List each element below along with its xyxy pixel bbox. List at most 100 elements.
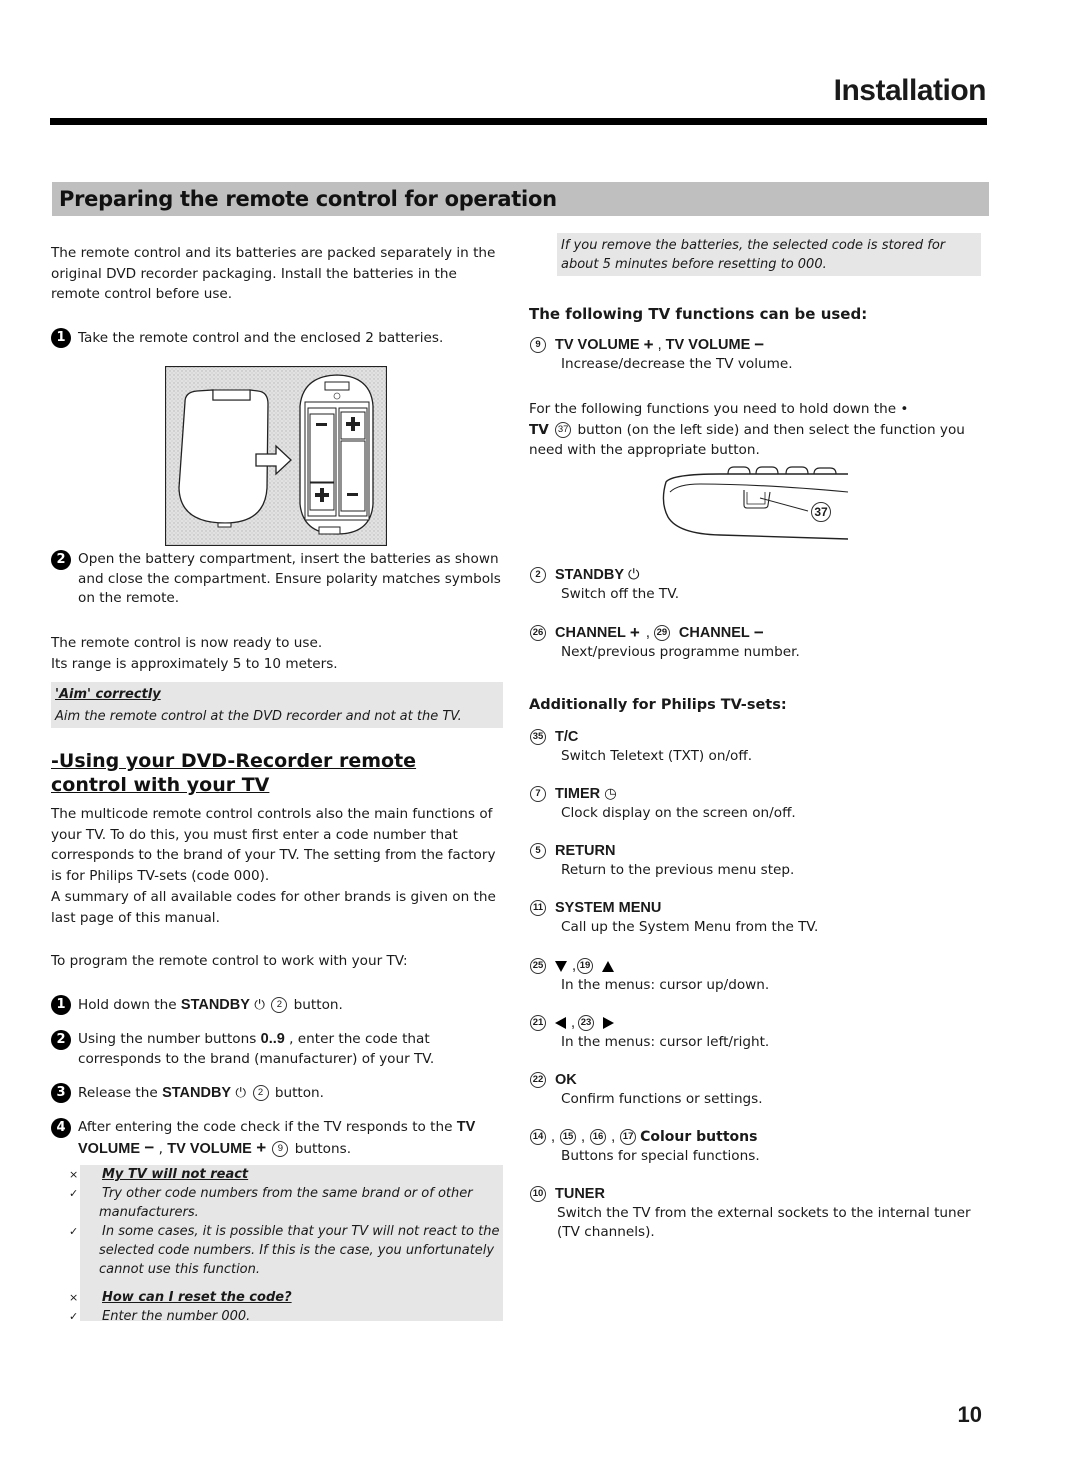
page-number: 10 xyxy=(957,1402,982,1427)
step-number-badge: 1 xyxy=(51,995,71,1015)
separator: , xyxy=(572,958,577,974)
check-icon: ✓ xyxy=(69,1310,79,1323)
button-number-circle: 2 xyxy=(271,997,288,1013)
button-number-circle: 26 xyxy=(530,625,546,641)
minus-icon: − xyxy=(753,623,764,642)
faq-item-reset-code: × How can I reset the code? ✓ Enter the nu… xyxy=(69,1288,504,1326)
function-label: STANDBY xyxy=(555,567,625,583)
function-standby: 2 STANDBY ⏻ Switch off the TV. xyxy=(529,565,984,604)
function-description: Return to the previous menu step. xyxy=(561,862,795,878)
button-number-circle: 9 xyxy=(272,1140,289,1157)
separator: , xyxy=(571,1015,576,1031)
plus-icon: + xyxy=(629,623,640,642)
function-system-menu: 11 SYSTEM MENU Call up the System Menu f… xyxy=(529,898,984,937)
separator: , xyxy=(551,1129,556,1145)
function-cursor-up-down: 25 , 19 In the menus: cursor up/down. xyxy=(529,956,984,995)
note-title: 'Aim' correctly xyxy=(55,687,161,702)
function-channel: 26 CHANNEL + , 29 CHANNEL − Next/previou… xyxy=(529,623,984,662)
step-text-end: button. xyxy=(270,1085,324,1101)
function-description: In the menus: cursor left/right. xyxy=(561,1034,770,1050)
function-description: Increase/decrease the TV volume. xyxy=(561,356,793,372)
function-ok: 22 OK Confirm functions or settings. xyxy=(529,1070,984,1109)
step-text: Using the number buttons xyxy=(78,1031,261,1047)
plus-icon: + xyxy=(256,1137,267,1157)
function-tuner: 10 TUNER Switch the TV from the external… xyxy=(529,1184,984,1242)
button-number-circle: 2 xyxy=(252,1085,269,1101)
faq-question: How can I reset the code? xyxy=(102,1290,292,1305)
function-label: TUNER xyxy=(555,1186,605,1202)
button-number-circle: 37 xyxy=(555,421,572,438)
standby-key-label: STANDBY xyxy=(162,1085,232,1101)
button-number-circle: 15 xyxy=(560,1129,577,1145)
power-icon: ⏻ xyxy=(628,567,640,583)
button-number-circle: 2 xyxy=(530,567,546,583)
function-label: SYSTEM MENU xyxy=(555,900,662,916)
step-text: Take the remote control and the enclosed… xyxy=(78,330,444,346)
step-text: Open the battery compartment, insert the… xyxy=(78,551,501,606)
function-teletext: 35 T/C Switch Teletext (TXT) on/off. xyxy=(529,727,984,766)
program-step-2: 2 Using the number buttons 0..9 , enter … xyxy=(51,1030,503,1069)
summary-paragraph: A summary of all available codes for oth… xyxy=(51,889,496,926)
arrow-down-icon xyxy=(555,960,567,972)
step-text-end: buttons. xyxy=(290,1140,352,1157)
range-line: Its range is approximately 5 to 10 meter… xyxy=(51,656,338,672)
button-number-circle: 23 xyxy=(578,1015,595,1031)
button-number-circle: 17 xyxy=(620,1129,637,1145)
step-number-badge: 4 xyxy=(51,1118,71,1138)
battery-step-2: 2 Open the battery compartment, insert t… xyxy=(51,550,503,609)
button-number-circle: 21 xyxy=(530,1015,546,1031)
philips-heading: Additionally for Philips TV-sets: xyxy=(529,697,787,713)
arrow-left-icon xyxy=(555,1017,566,1029)
faq-question: My TV will not react xyxy=(102,1167,249,1182)
button-number-circle: 9 xyxy=(530,337,546,353)
minus-icon: − xyxy=(754,335,765,354)
hold-tv-paragraph: For the following functions you need to … xyxy=(529,399,984,461)
function-label: T/C xyxy=(555,729,579,745)
aim-correctly-note: 'Aim' correctly Aim the remote control a… xyxy=(51,682,503,728)
arrow-right-icon xyxy=(603,1017,615,1029)
standby-key-label: STANDBY xyxy=(180,997,250,1013)
clock-icon: ◷ xyxy=(604,786,617,802)
button-number-circle: 10 xyxy=(530,1186,546,1202)
function-colour-buttons: 14, 15, 16, 17 Colour buttons Buttons fo… xyxy=(529,1127,984,1166)
faq-item-tv-not-react: × My TV will not react ✓ Try other code nu… xyxy=(69,1165,504,1279)
function-return: 5 RETURN Return to the previous menu ste… xyxy=(529,841,984,880)
program-step-1: 1 Hold down the STANDBY ⏻ 2 button. xyxy=(51,995,503,1016)
note-text: If you remove the batteries, the selecte… xyxy=(561,238,946,272)
function-description: In the menus: cursor up/down. xyxy=(561,977,770,993)
program-step-4: 4 After entering the code check if the T… xyxy=(51,1118,503,1159)
function-label: CHANNEL xyxy=(555,625,626,641)
plus-icon: + xyxy=(643,335,654,354)
program-step-3: 3 Release the STANDBY ⏻ 2 button. xyxy=(51,1083,503,1104)
step-text: Release the xyxy=(78,1085,163,1101)
step-number-badge: 3 xyxy=(51,1083,71,1103)
function-label: TIMER xyxy=(555,786,601,802)
battery-code-note: If you remove the batteries, the selecte… xyxy=(557,233,981,276)
function-label: TV VOLUME xyxy=(665,337,751,353)
number-keys-label: 0..9 xyxy=(260,1031,285,1047)
step-number-badge: 2 xyxy=(51,1030,71,1050)
cross-icon: × xyxy=(69,1291,79,1304)
function-description: Switch off the TV. xyxy=(561,586,680,602)
button-number-circle: 11 xyxy=(530,900,546,916)
separator: , xyxy=(645,625,650,641)
button-number-circle: 29 xyxy=(653,625,670,641)
button-number-circle: 25 xyxy=(530,958,546,974)
function-label: TV VOLUME xyxy=(555,337,640,353)
header-rule xyxy=(50,118,987,125)
check-icon: ✓ xyxy=(69,1225,79,1238)
faq-answer: In some cases, it is possible that your … xyxy=(99,1224,500,1277)
separator: , xyxy=(154,1140,168,1157)
power-icon: ⏻ xyxy=(254,997,266,1013)
function-cursor-left-right: 21 , 23 In the menus: cursor left/right. xyxy=(529,1013,984,1052)
function-description: Switch the TV from the external sockets … xyxy=(557,1205,971,1240)
battery-step-1: 1 Take the remote control and the enclos… xyxy=(51,328,503,349)
section-title: Preparing the remote control for operati… xyxy=(59,187,557,211)
function-timer: 7 TIMER ◷ Clock display on the screen on… xyxy=(529,784,984,823)
button-number-circle: 14 xyxy=(530,1129,546,1145)
separator: , xyxy=(611,1129,616,1145)
program-intro: To program the remote control to work wi… xyxy=(51,953,408,969)
function-label: RETURN xyxy=(555,843,616,859)
function-tv-volume: 9 TV VOLUME + , TV VOLUME − Increase/dec… xyxy=(529,335,984,374)
intro-paragraph: The remote control and its batteries are… xyxy=(51,245,496,302)
